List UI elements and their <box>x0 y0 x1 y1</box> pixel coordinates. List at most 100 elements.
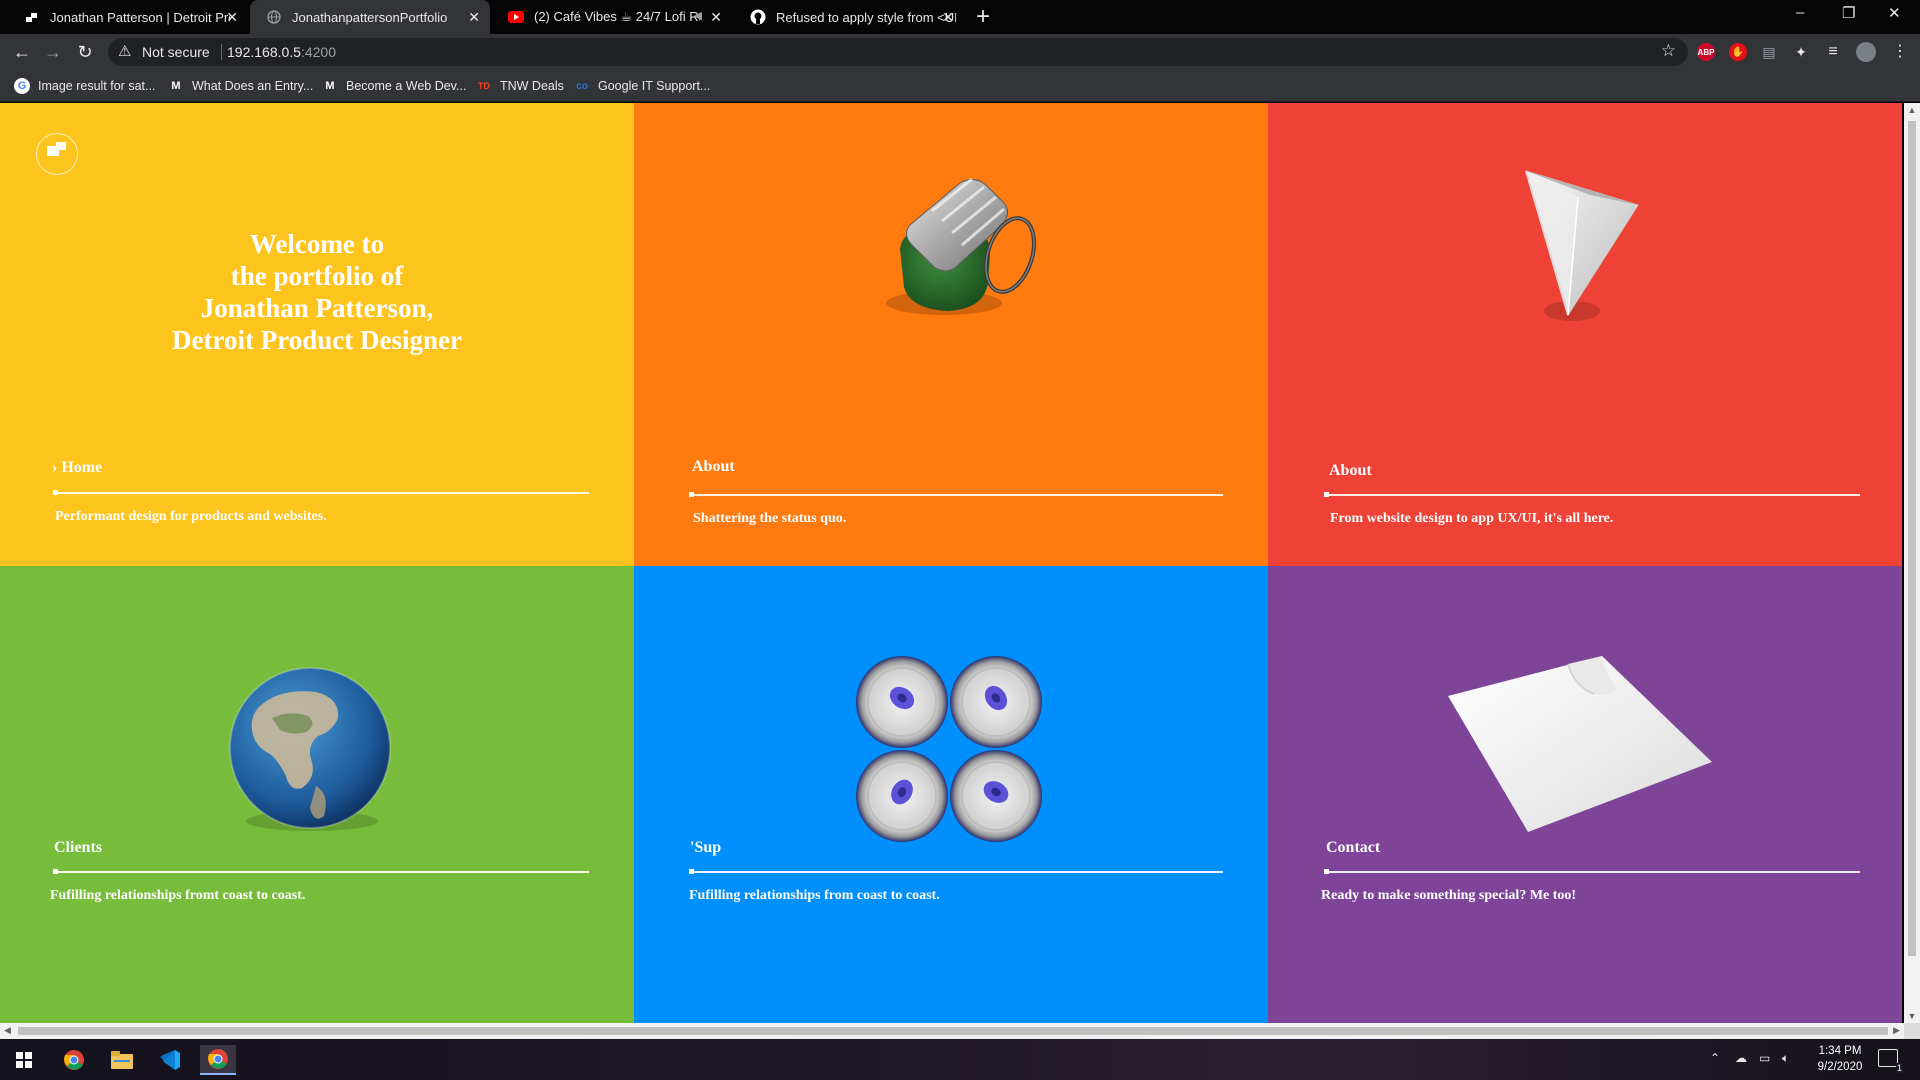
bookmark-item[interactable]: M What Does an Entry... <box>168 78 313 94</box>
close-window-button[interactable]: ✕ <box>1888 4 1901 22</box>
minimize-button[interactable]: – <box>1796 4 1804 21</box>
panel-heading[interactable]: 'Sup <box>690 839 721 857</box>
chrome-icon[interactable] <box>56 1045 92 1075</box>
avatar[interactable] <box>1856 42 1876 62</box>
system-clock[interactable]: 1:34 PM 9/2/2020 <box>1800 1043 1880 1075</box>
close-icon[interactable]: ✕ <box>226 9 238 26</box>
panel-sup[interactable]: 'Sup Fufilling relationships from coast … <box>634 566 1268 1023</box>
kebab-menu-icon[interactable]: ⋮ <box>1888 40 1912 64</box>
clock-date: 9/2/2020 <box>1817 1061 1863 1073</box>
panel-divider <box>53 490 589 495</box>
scrollbar-corner <box>1904 1023 1920 1039</box>
page-viewport: Welcome to the portfolio of Jonathan Pat… <box>0 103 1904 1023</box>
url-port: :4200 <box>300 44 337 60</box>
scrollbar-thumb[interactable] <box>18 1027 1888 1035</box>
site-logo-icon <box>24 9 40 25</box>
volume-icon[interactable]: 🔈︎ <box>1782 1051 1789 1066</box>
bookmark-label: Become a Web Dev... <box>346 79 467 93</box>
github-icon <box>750 9 766 25</box>
panel-clients[interactable] <box>0 566 634 1023</box>
print-icon[interactable]: ▤ <box>1760 43 1778 61</box>
notification-count-badge: 1 <box>1895 1063 1903 1073</box>
tnw-icon: TD <box>478 81 490 91</box>
site-logo-icon[interactable] <box>36 133 78 175</box>
adblock-hand-icon[interactable]: ✋ <box>1729 43 1747 61</box>
tab-title: (2) Café Vibes ☕ 24/7 Lofi Radio <box>534 9 700 24</box>
bookmark-label: TNW Deals <box>500 79 564 93</box>
welcome-line: Detroit Product Designer <box>172 325 462 355</box>
panel-divider <box>1324 869 1860 874</box>
tab-cafe-vibes[interactable]: (2) Café Vibes ☕ 24/7 Lofi Radio ◀︎ ✕ <box>492 0 732 34</box>
tab-github[interactable]: Refused to apply style from <URL> ✕ <box>734 0 964 34</box>
panel-heading[interactable]: About <box>1329 462 1372 480</box>
vscode-icon[interactable] <box>152 1045 188 1075</box>
address-bar[interactable]: ⚠ Not secure 192.168.0.5:4200 ☆ <box>108 38 1688 66</box>
youtube-icon <box>508 9 524 25</box>
panel-about-services[interactable]: About From website design to app UX/UI, … <box>1268 103 1902 566</box>
scroll-up-arrow-icon[interactable]: ▲ <box>1904 105 1920 115</box>
scroll-down-arrow-icon[interactable]: ▼ <box>1904 1011 1920 1021</box>
scroll-left-arrow-icon[interactable]: ◀ <box>4 1025 11 1036</box>
vertical-scrollbar[interactable]: ▲ ▼ <box>1904 103 1920 1023</box>
url-text[interactable]: 192.168.0.5:4200 <box>227 44 336 60</box>
scrollbar-thumb[interactable] <box>1908 121 1916 956</box>
bookmark-label: What Does an Entry... <box>192 79 314 93</box>
puzzle-extensions-icon[interactable]: ✦ <box>1792 43 1810 61</box>
panel-description: Performant design for products and websi… <box>55 509 327 524</box>
panel-description: From website design to app UX/UI, it's a… <box>1330 511 1614 526</box>
welcome-line: the portfolio of <box>230 261 404 291</box>
welcome-line: Welcome to <box>249 229 385 259</box>
file-explorer-icon[interactable] <box>104 1045 140 1075</box>
adblock-plus-icon[interactable]: ABP <box>1697 43 1715 61</box>
close-icon[interactable]: ✕ <box>468 9 480 26</box>
close-icon[interactable]: ✕ <box>710 9 722 26</box>
panel-description: Shattering the status quo. <box>693 511 847 526</box>
back-arrow-icon[interactable]: ← <box>10 40 34 64</box>
bookmark-item[interactable]: M Become a Web Dev... <box>322 78 466 94</box>
windows-start-icon[interactable] <box>6 1045 42 1075</box>
chrome-active-icon[interactable] <box>200 1045 236 1075</box>
bookmarks-bar: G Image result for sat... M What Does an… <box>0 70 1920 102</box>
panel-home[interactable]: Welcome to the portfolio of Jonathan Pat… <box>0 103 634 566</box>
panel-divider <box>689 869 1223 874</box>
coursera-icon: co <box>576 80 588 92</box>
tab-title: Refused to apply style from <URL> <box>776 9 956 25</box>
reading-list-icon[interactable]: ≡ <box>1824 43 1842 61</box>
reload-icon[interactable]: ↻ <box>73 40 97 64</box>
scroll-right-arrow-icon[interactable]: ▶ <box>1893 1025 1900 1036</box>
close-icon[interactable]: ✕ <box>942 9 954 26</box>
carabiner-tool-image <box>886 177 1036 315</box>
nav-link-home[interactable]: › Home <box>52 459 102 477</box>
os-taskbar: ⌃ ☁ ▭ 🔈︎ 1:34 PM 9/2/2020 1 <box>0 1039 1920 1080</box>
earth-globe-image <box>229 667 391 831</box>
notification-center-icon[interactable]: 1 <box>1878 1049 1903 1073</box>
forward-arrow-icon[interactable]: → <box>41 40 65 64</box>
panel-about[interactable]: About Shattering the status quo. <box>634 103 1268 566</box>
chevron-up-icon[interactable]: ⌃ <box>1710 1051 1720 1065</box>
bookmark-item[interactable]: co Google IT Support... <box>574 78 710 94</box>
horizontal-scrollbar[interactable]: ◀ ▶ <box>0 1023 1904 1039</box>
bookmark-star-icon[interactable]: ☆ <box>1661 41 1676 61</box>
tab-jonathan-patterson[interactable]: Jonathan Patterson | Detroit Product Des… <box>8 0 248 34</box>
onedrive-cloud-icon[interactable]: ☁ <box>1735 1051 1747 1065</box>
medium-icon: M <box>171 80 181 92</box>
panel-contact[interactable]: Contact Ready to make something special?… <box>1268 566 1902 1023</box>
new-tab-button[interactable]: + <box>976 3 990 31</box>
warning-triangle-icon[interactable]: ⚠ <box>118 42 131 60</box>
panel-divider <box>1324 492 1860 497</box>
panel-heading[interactable]: About <box>692 458 735 476</box>
tab-title: Jonathan Patterson | Detroit Product Des… <box>50 9 230 25</box>
browser-tab-strip: Jonathan Patterson | Detroit Product Des… <box>0 0 1920 34</box>
panel-divider <box>689 492 1223 497</box>
speaker-muted-icon[interactable]: ◀︎ <box>694 9 702 22</box>
welcome-heading: Welcome to the portfolio of Jonathan Pat… <box>0 228 634 356</box>
security-label[interactable]: Not secure <box>142 44 210 60</box>
panel-description: Ready to make something special? Me too! <box>1321 888 1577 903</box>
globe-icon <box>266 9 282 25</box>
bookmark-item[interactable]: TD TNW Deals <box>476 78 564 94</box>
panel-heading[interactable]: Contact <box>1326 839 1380 857</box>
tab-portfolio[interactable]: JonathanpattersonPortfolio ✕ <box>250 0 490 34</box>
bookmark-item[interactable]: G Image result for sat... <box>14 78 155 94</box>
network-icon[interactable]: ▭ <box>1759 1051 1770 1065</box>
restore-button[interactable]: ❐ <box>1842 4 1855 22</box>
